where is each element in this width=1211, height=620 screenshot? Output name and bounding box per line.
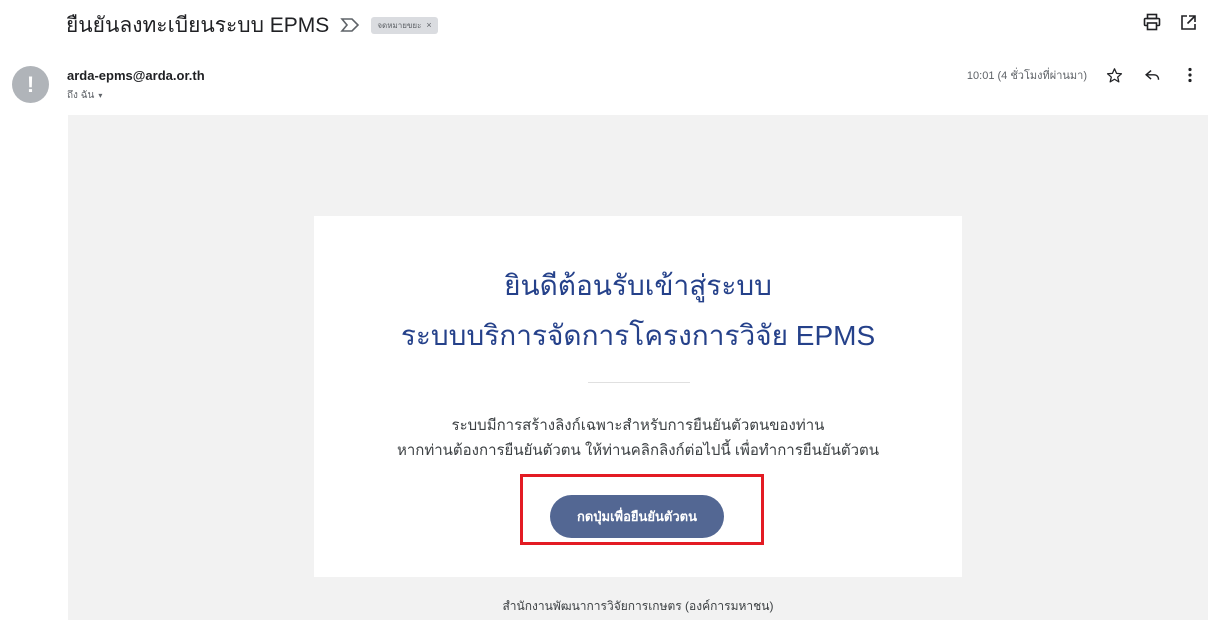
label-chip[interactable]: จดหมายขยะ × [371,16,438,34]
system-name-heading: ระบบบริการจัดการโครงการวิจัย EPMS [400,320,876,351]
description-line-1: ระบบมีการสร้างลิงก์เฉพาะสำหรับการยืนยันต… [451,417,825,434]
divider [588,382,690,383]
sender-email[interactable]: arda-epms@arda.or.th [67,68,205,83]
chevron-down-icon: ▾ [98,91,103,100]
print-icon[interactable] [1141,11,1163,33]
top-actions [1141,11,1199,33]
star-icon[interactable] [1103,64,1125,86]
welcome-card: ยินดีต้อนรับเข้าสู่ระบบ ระบบบริการจัดการ… [314,216,962,577]
description-line-2: หากท่านต้องการยืนยันตัวตน ให้ท่านคลิกลิง… [396,442,880,459]
recipient-label: ถึง ฉัน [67,90,95,101]
recipient-details-toggle[interactable]: ถึง ฉัน ▾ [67,88,102,103]
footer-organization: สำนักงานพัฒนาการวิจัยการเกษตร (องค์การมห… [502,599,774,613]
message-timestamp: 10:01 (4 ชั่วโมงที่ผ่านมา) [966,70,1087,82]
welcome-heading: ยินดีต้อนรับเข้าสู่ระบบ [504,270,772,301]
open-in-new-window-icon[interactable] [1177,11,1199,33]
reply-icon[interactable] [1141,64,1163,86]
label-chip-text: จดหมายขยะ [377,20,422,30]
avatar-warning-icon: ! [26,71,35,97]
label-chip-close-icon[interactable]: × [426,19,431,32]
importance-marker-icon[interactable] [339,14,361,36]
confirm-identity-button[interactable]: กดปุ่มเพื่อยืนยันตัวตน [550,495,724,538]
sender-avatar: ! [12,66,49,103]
message-meta: 10:01 (4 ชั่วโมงที่ผ่านมา) [967,64,1201,86]
subject-row: ยืนยันลงทะเบียนระบบ EPMS จดหมายขยะ × [66,8,438,42]
more-vert-icon[interactable] [1179,64,1201,86]
email-subject: ยืนยันลงทะเบียนระบบ EPMS [66,13,330,37]
